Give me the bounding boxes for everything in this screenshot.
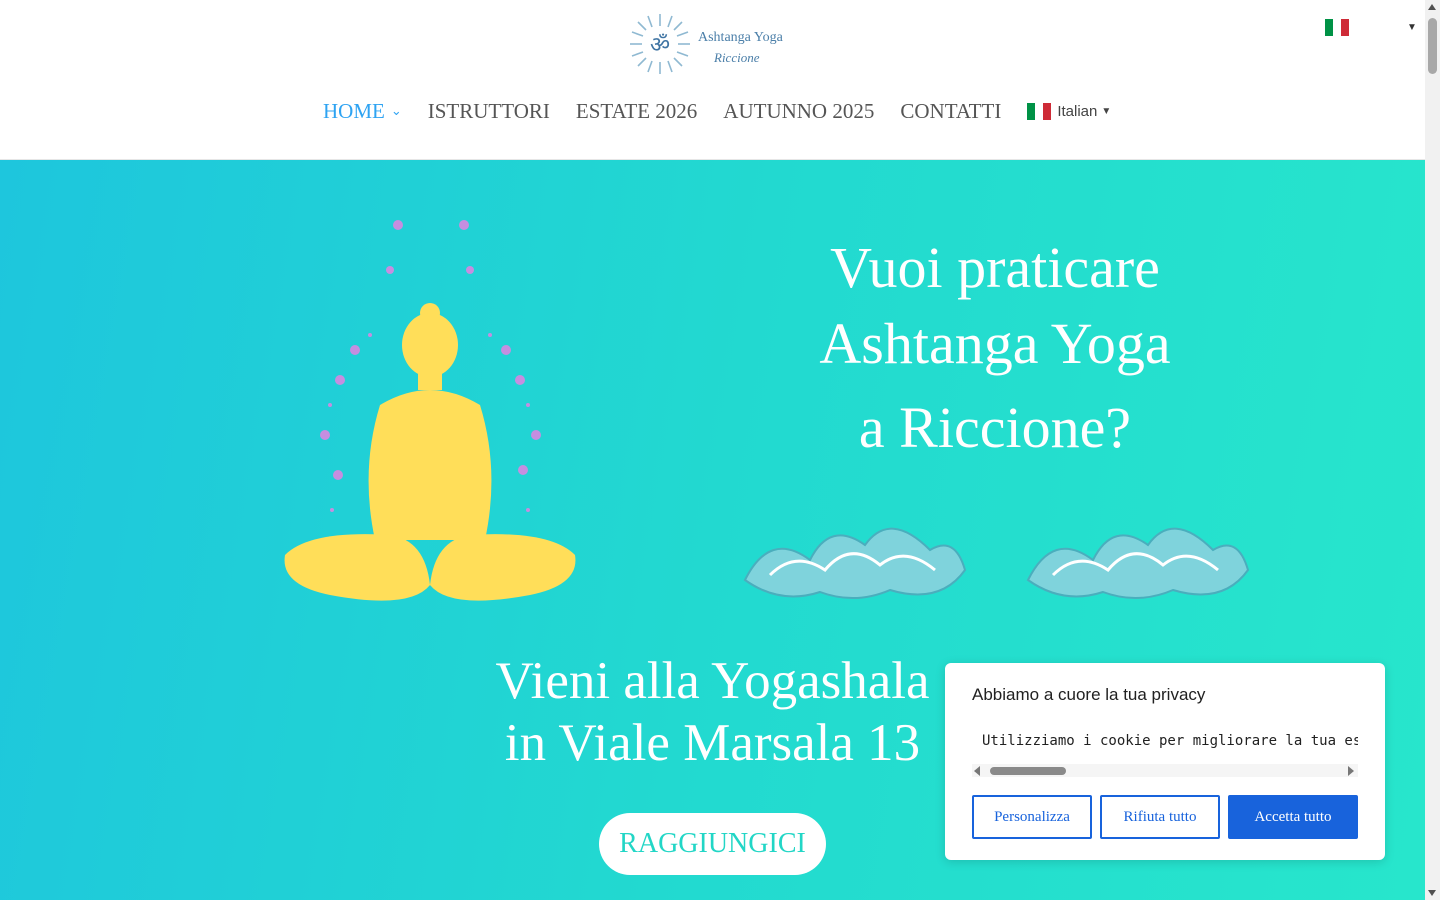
scroll-left-arrow-icon[interactable] [974, 766, 980, 776]
site-logo[interactable]: ॐ Ashtanga Yoga Riccione [628, 12, 788, 76]
vertical-scrollbar[interactable] [1425, 0, 1440, 900]
horizontal-scrollbar[interactable] [972, 764, 1358, 777]
hero-headline: Vuoi praticare Ashtanga Yoga a Riccione? [700, 230, 1290, 466]
scroll-right-arrow-icon[interactable] [1348, 766, 1354, 776]
language-switcher-top[interactable]: ▼ [1325, 19, 1417, 36]
reject-all-button[interactable]: Rifiuta tutto [1100, 795, 1220, 839]
scroll-up-arrow-icon[interactable] [1428, 4, 1436, 10]
cookie-description: Utilizziamo i cookie per migliorare la t… [982, 733, 1358, 749]
raggiungici-button[interactable]: RAGGIUNGICI [599, 813, 826, 875]
yoga-figure-illustration [284, 220, 576, 601]
main-nav: HOME ⌄ ISTRUTTORI ESTATE 2026 AUTUNNO 20… [323, 96, 1111, 126]
page: ॐ Ashtanga Yoga Riccione ▼ HOME ⌄ ISTRUT… [0, 0, 1425, 900]
nav-item-istruttori[interactable]: ISTRUTTORI [428, 99, 550, 124]
nav-item-contatti[interactable]: CONTATTI [900, 99, 1001, 124]
scrollbar-thumb[interactable] [1428, 18, 1437, 74]
nav-item-estate-2026[interactable]: ESTATE 2026 [576, 99, 697, 124]
nav-autunno-label: AUTUNNO 2025 [723, 98, 875, 123]
wave-decoration-right [1026, 527, 1250, 600]
italy-flag-icon [1325, 19, 1349, 36]
accept-all-button[interactable]: Accetta tutto [1228, 795, 1358, 839]
chevron-down-icon: ⌄ [390, 103, 402, 118]
headline-line-2: Ashtanga Yoga [819, 311, 1171, 376]
logo-title: Ashtanga Yoga [698, 30, 783, 45]
language-selector[interactable]: Italian ▼ [1027, 102, 1112, 120]
wave-decoration-left [743, 527, 967, 600]
nav-estate-label: ESTATE 2026 [575, 98, 698, 123]
logo-subtitle: Riccione [714, 50, 760, 65]
caret-down-icon: ▼ [1101, 105, 1112, 117]
headline-line-3: a Riccione? [858, 395, 1132, 460]
scrollbar-thumb[interactable] [990, 767, 1066, 775]
italy-flag-icon [1027, 102, 1052, 120]
customize-button[interactable]: Personalizza [972, 795, 1092, 839]
headline-line-1: Vuoi praticare [830, 235, 1160, 300]
nav-contatti-label: CONTATTI [900, 98, 1002, 123]
om-mandala-icon: ॐ [630, 14, 690, 74]
svg-text:ॐ: ॐ [650, 33, 670, 58]
cookie-consent-banner: Abbiamo a cuore la tua privacy Utilizzia… [945, 663, 1385, 860]
scroll-down-arrow-icon[interactable] [1428, 890, 1436, 896]
cookie-text-scroll-area[interactable]: Utilizziamo i cookie per migliorare la t… [972, 729, 1358, 777]
site-header: ॐ Ashtanga Yoga Riccione ▼ HOME ⌄ ISTRUT… [0, 0, 1425, 160]
language-label: Italian [1057, 102, 1098, 120]
nav-item-home[interactable]: HOME ⌄ [323, 99, 402, 124]
caret-down-icon: ▼ [1407, 22, 1417, 33]
nav-istruttori-label: ISTRUTTORI [427, 98, 550, 123]
nav-home-label: HOME [323, 98, 385, 123]
nav-item-autunno-2025[interactable]: AUTUNNO 2025 [723, 99, 874, 124]
cookie-title: Abbiamo a cuore la tua privacy [972, 685, 1206, 704]
